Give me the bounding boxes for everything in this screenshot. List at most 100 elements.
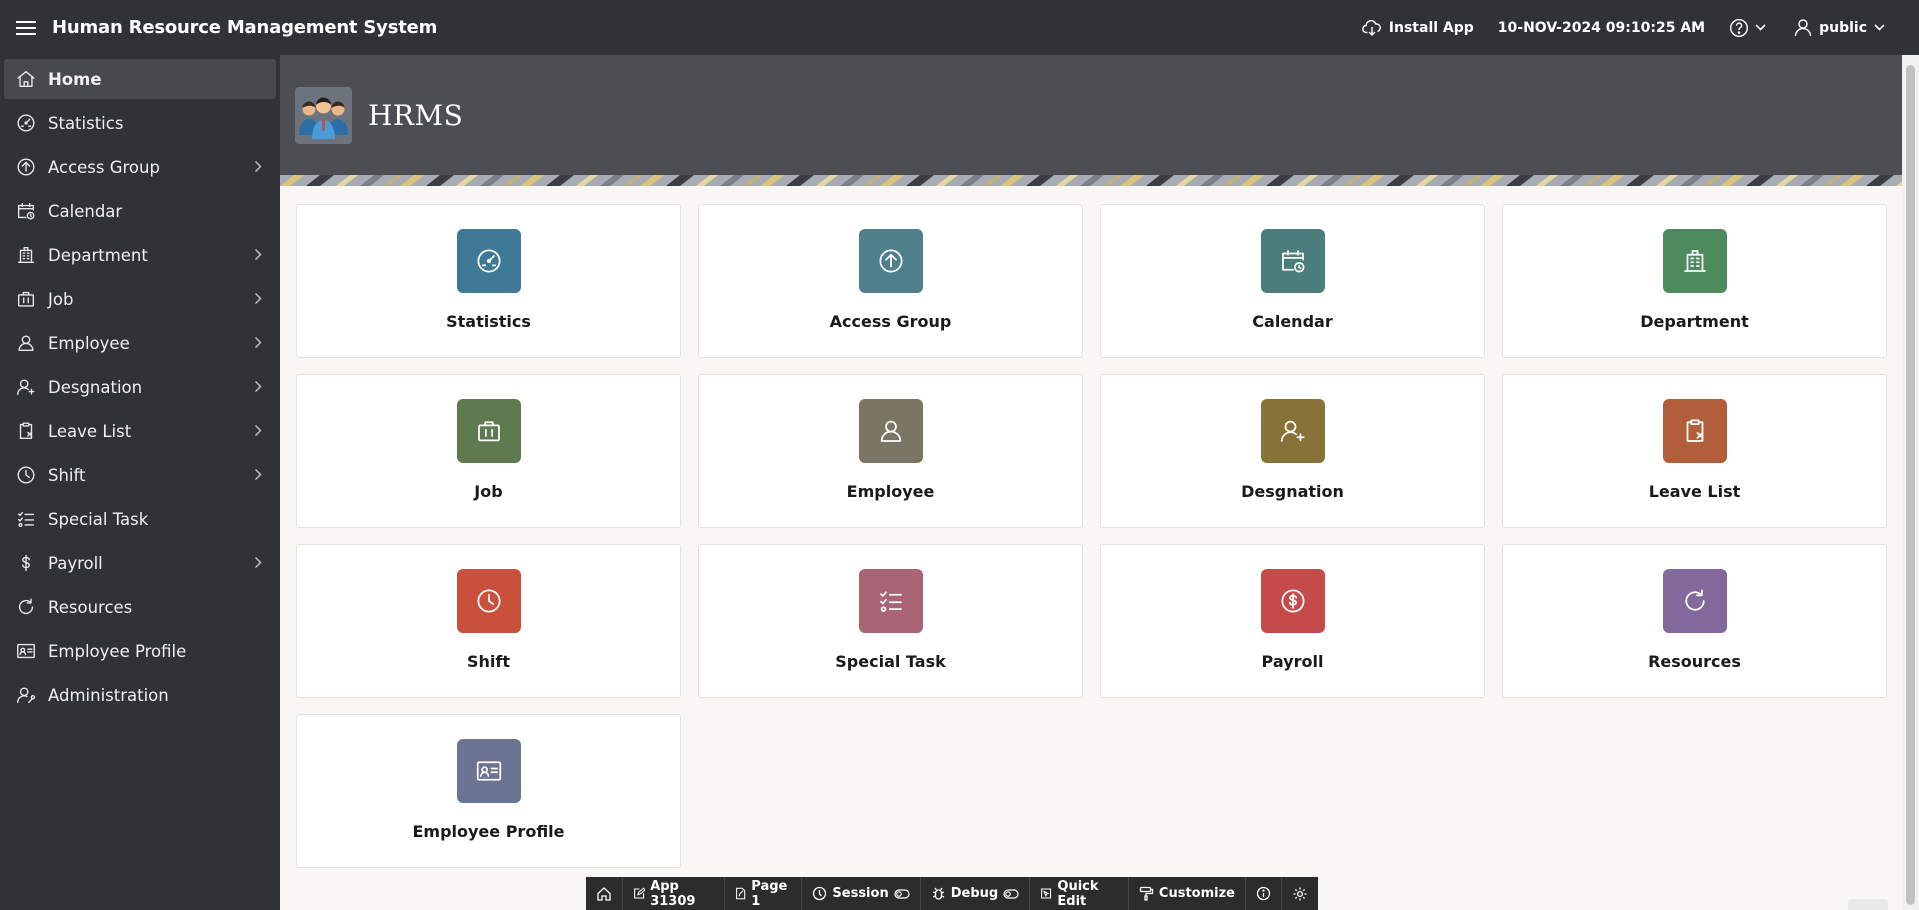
help-menu-button[interactable]: [1729, 18, 1766, 38]
card-label: Special Task: [835, 652, 946, 671]
dollar-icon: [22, 554, 30, 572]
top-header: Human Resource Management System Install…: [0, 0, 1919, 55]
bug-icon: [932, 887, 944, 900]
user-menu-button[interactable]: public: [1794, 18, 1885, 37]
card-shift[interactable]: Shift: [296, 544, 681, 698]
user-icon: [18, 335, 34, 352]
card-leave-list[interactable]: Leave List: [1502, 374, 1887, 528]
card-label: Employee Profile: [412, 822, 565, 841]
vertical-scrollbar[interactable]: [1902, 55, 1919, 910]
install-app-button[interactable]: Install App: [1361, 19, 1474, 37]
sidebar-item-resources[interactable]: Resources: [4, 587, 276, 627]
sidebar-item-label: Administration: [48, 685, 169, 705]
card-icon-tile: [1260, 229, 1325, 293]
user-plus-icon: [17, 379, 35, 396]
card-icon-tile: [1260, 569, 1325, 633]
arrow-up-circle-icon: [17, 158, 35, 176]
card-icon-tile: [858, 569, 923, 633]
current-datetime: 10-NOV-2024 09:10:25 AM: [1497, 19, 1706, 36]
sidebar-item-special-task[interactable]: Special Task: [4, 499, 276, 539]
devbar-home-button[interactable]: [586, 877, 623, 910]
main-content: HRMS Statistics Access Group Calendar Depar…: [280, 55, 1902, 910]
sidebar-item-statistics[interactable]: Statistics: [4, 103, 276, 143]
card-employee-profile[interactable]: Employee Profile: [296, 714, 681, 868]
card-payroll[interactable]: Payroll: [1100, 544, 1485, 698]
sidebar-item-payroll[interactable]: Payroll: [4, 543, 276, 583]
sidebar-item-calendar[interactable]: Calendar: [4, 191, 276, 231]
card-label: Shift: [466, 652, 510, 671]
chevron-right-icon[interactable]: [254, 292, 262, 305]
sidebar-item-leave-list[interactable]: Leave List: [4, 411, 276, 451]
sidebar-item-employee-profile[interactable]: Employee Profile: [4, 631, 276, 671]
sidebar-item-home[interactable]: Home: [4, 59, 276, 99]
card-resources[interactable]: Resources: [1502, 544, 1887, 698]
devbar-settings-button[interactable]: [1282, 877, 1318, 910]
sidebar-item-icon: [14, 155, 38, 179]
scrollbar-thumb[interactable]: [1906, 65, 1915, 905]
chevron-right-icon[interactable]: [254, 248, 262, 261]
devbar-info-button[interactable]: [1246, 877, 1282, 910]
card-job[interactable]: Job: [296, 374, 681, 528]
sidebar-item-icon: [14, 507, 38, 531]
chevron-right-icon[interactable]: [254, 336, 262, 349]
card-icon-tile: [456, 399, 521, 463]
scroll-top-button[interactable]: [1848, 899, 1888, 910]
devbar-app-button[interactable]: App 31309: [623, 877, 725, 910]
card-label: Desgnation: [1241, 482, 1344, 501]
chevron-right-icon[interactable]: [254, 160, 262, 173]
chevron-right-icon[interactable]: [254, 424, 262, 437]
card-desgnation[interactable]: Desgnation: [1100, 374, 1485, 528]
refresh-icon: [1684, 589, 1705, 611]
card-special-task[interactable]: Special Task: [698, 544, 1083, 698]
app-title[interactable]: Human Resource Management System: [52, 17, 437, 38]
gauge-icon: [17, 114, 35, 132]
user-plus-icon: [1280, 420, 1304, 442]
sidebar-item-icon: [14, 639, 38, 663]
refresh-icon: [18, 598, 34, 615]
card-calendar[interactable]: Calendar: [1100, 204, 1485, 358]
sidebar-item-icon: [14, 419, 38, 443]
info-icon: [1256, 886, 1271, 901]
card-label: Payroll: [1261, 652, 1324, 671]
home-icon: [17, 70, 35, 88]
devbar-customize-button[interactable]: Customize: [1129, 877, 1246, 910]
menu-toggle-button[interactable]: [0, 0, 52, 55]
checklist-icon: [17, 511, 35, 528]
sidebar-item-employee[interactable]: Employee: [4, 323, 276, 363]
card-employee[interactable]: Employee: [698, 374, 1083, 528]
home-icon: [597, 886, 611, 901]
user-wrench-icon: [17, 687, 36, 704]
devbar-page-button[interactable]: Page 1: [725, 877, 803, 910]
calendar-clock-icon: [17, 202, 35, 220]
card-icon-tile: [1662, 229, 1727, 293]
developer-toolbar: App 31309 Page 1 Session Debug Quick Edi…: [586, 877, 1318, 910]
sidebar-item-job[interactable]: Job: [4, 279, 276, 319]
cloud-download-icon: [1361, 19, 1381, 36]
briefcase-icon: [17, 291, 35, 307]
sidebar-item-desgnation[interactable]: Desgnation: [4, 367, 276, 407]
gauge-icon: [477, 249, 500, 273]
card-access-group[interactable]: Access Group: [698, 204, 1083, 358]
toggle-icon: [894, 888, 910, 899]
sidebar-item-department[interactable]: Department: [4, 235, 276, 275]
sidebar-item-icon: [14, 243, 38, 267]
card-department[interactable]: Department: [1502, 204, 1887, 358]
devbar-debug-button[interactable]: Debug: [921, 877, 1031, 910]
chevron-right-icon[interactable]: [254, 468, 262, 481]
card-statistics[interactable]: Statistics: [296, 204, 681, 358]
sidebar-item-administration[interactable]: Administration: [4, 675, 276, 715]
chevron-right-icon[interactable]: [254, 556, 262, 569]
chevron-right-icon[interactable]: [254, 380, 262, 393]
sidebar-item-label: Resources: [48, 597, 133, 617]
devbar-quick-edit-button[interactable]: Quick Edit: [1030, 877, 1129, 910]
devbar-session-button[interactable]: Session: [802, 877, 921, 910]
sidebar-item-icon: [14, 595, 38, 619]
card-label: Leave List: [1648, 482, 1741, 501]
edit-icon: [634, 887, 646, 899]
sidebar-item-label: Payroll: [48, 553, 103, 573]
sidebar-item-access-group[interactable]: Access Group: [4, 147, 276, 187]
sidebar-item-shift[interactable]: Shift: [4, 455, 276, 495]
session-icon: [813, 886, 827, 901]
card-icon-tile: [858, 399, 923, 463]
sidebar-item-label: Access Group: [48, 157, 160, 177]
